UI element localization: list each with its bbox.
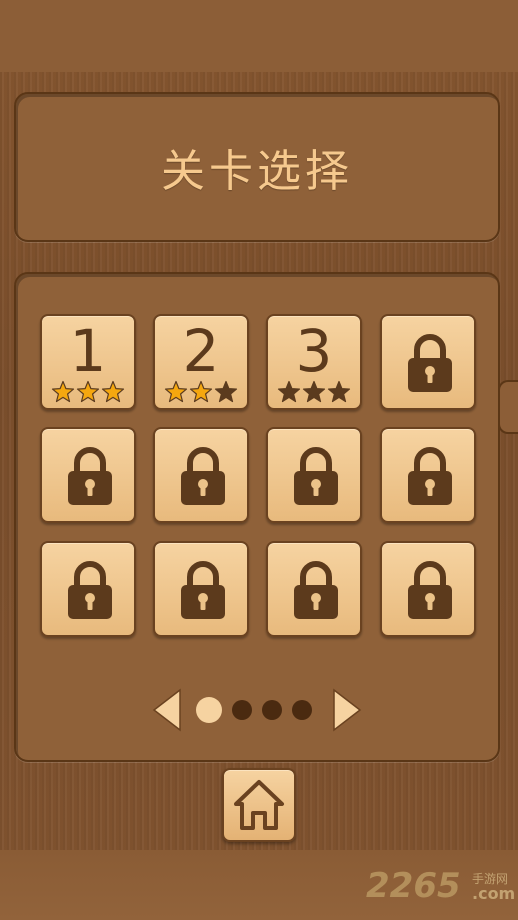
home-icon (234, 780, 284, 830)
lock-icon (181, 447, 225, 505)
level-tile-locked[interactable] (266, 541, 362, 637)
lock-icon (408, 447, 452, 505)
lock-icon (408, 561, 452, 619)
title-panel: 关卡选择 (14, 92, 500, 242)
level-tile-locked[interactable] (266, 427, 362, 523)
watermark-number: 2265 (366, 866, 461, 906)
level-stars (42, 380, 134, 404)
lock-icon (181, 561, 225, 619)
star-filled-icon (76, 380, 100, 403)
level-number: 2 (182, 317, 220, 385)
star-empty-icon (277, 380, 301, 403)
level-tile-locked[interactable] (380, 541, 476, 637)
star-empty-icon (327, 380, 351, 403)
level-tile-locked[interactable] (40, 541, 136, 637)
level-number: 1 (69, 317, 107, 385)
level-tile-locked[interactable] (153, 541, 249, 637)
page-dot-1[interactable] (196, 697, 222, 723)
side-tab (498, 380, 518, 434)
star-filled-icon (189, 380, 213, 403)
home-button[interactable] (222, 768, 296, 842)
lock-icon (408, 334, 452, 392)
top-band (0, 0, 518, 72)
pager (152, 688, 368, 732)
watermark: 2265 手游网 .com (366, 866, 516, 910)
star-empty-icon (302, 380, 326, 403)
star-filled-icon (101, 380, 125, 403)
page-dot-3[interactable] (262, 700, 282, 720)
level-tile-locked[interactable] (380, 427, 476, 523)
star-empty-icon (214, 380, 238, 403)
level-tile-1[interactable]: 1 (40, 314, 136, 410)
star-filled-icon (51, 380, 75, 403)
prev-page-arrow-icon[interactable] (152, 688, 182, 732)
level-tile-2[interactable]: 2 (153, 314, 249, 410)
level-tile-locked[interactable] (380, 314, 476, 410)
lock-icon (68, 561, 112, 619)
watermark-domain: .com (472, 884, 516, 903)
lock-icon (294, 447, 338, 505)
next-page-arrow-icon[interactable] (332, 688, 362, 732)
level-tile-locked[interactable] (153, 427, 249, 523)
level-tile-3[interactable]: 3 (266, 314, 362, 410)
page-dot-4[interactable] (292, 700, 312, 720)
lock-icon (68, 447, 112, 505)
level-number: 3 (295, 317, 333, 385)
level-stars (268, 380, 360, 404)
star-filled-icon (164, 380, 188, 403)
level-stars (155, 380, 247, 404)
page-title: 关卡选择 (161, 146, 353, 197)
page-dot-2[interactable] (232, 700, 252, 720)
level-tile-locked[interactable] (40, 427, 136, 523)
lock-icon (294, 561, 338, 619)
